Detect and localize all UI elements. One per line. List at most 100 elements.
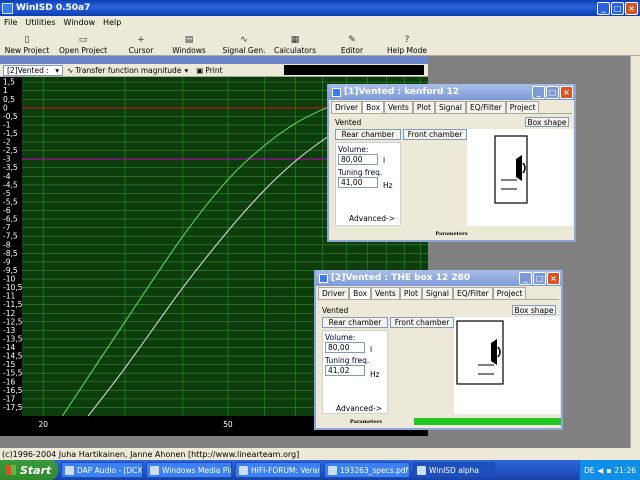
menu-window[interactable]: Window	[60, 18, 100, 27]
window-2-titlebar[interactable]: [2]Vented : THE box 12 280 _ □ ×	[316, 270, 561, 286]
system-tray: DE ◀ ▪ 21:26	[578, 460, 640, 480]
project-window-2: [2]Vented : THE box 12 280 _ □ × Driver Bo…	[314, 270, 563, 430]
box-shape-button[interactable]: Box shape	[512, 305, 556, 315]
menubar: File Utilities Window Help	[0, 16, 640, 29]
window-2-title: [2]Vented : THE box 12 280	[331, 273, 471, 283]
task-winisd[interactable]: WinISD alpha	[413, 462, 495, 478]
taskbar: Start DAP Audio - [DCX1] Windows Media P…	[0, 460, 640, 480]
volume-label: Volume:	[325, 333, 356, 342]
task-media-player[interactable]: Windows Media Player	[146, 462, 232, 478]
tab-eq-filter[interactable]: EQ/Filter	[466, 101, 506, 113]
tab-driver[interactable]: Driver	[318, 287, 350, 299]
tab-plot[interactable]: Plot	[412, 101, 435, 113]
tab-signal[interactable]: Signal	[421, 287, 453, 299]
pdf-icon	[328, 465, 337, 475]
box-type-label: Vented	[322, 306, 349, 315]
tab-box[interactable]: Box	[349, 287, 372, 299]
statusbar: (c)1996-2004 Juha Hartikainen, Janne Aho…	[0, 448, 640, 460]
box-shape-button[interactable]: Box shape	[525, 117, 569, 127]
box-shape-diagram	[494, 135, 528, 204]
window-1-title: [1]Vented : kenford 12	[344, 87, 460, 97]
window-2-tabs: Driver Box Vents Plot Signal EQ/Filter P…	[318, 287, 559, 300]
app-icon	[65, 465, 74, 475]
menu-file[interactable]: File	[0, 18, 21, 27]
maximize-button[interactable]: □	[533, 271, 546, 285]
help-mode-button[interactable]: ? Help Mode	[382, 29, 432, 55]
front-chamber-button[interactable]: Front chamber	[390, 317, 454, 328]
menu-utilities[interactable]: Utilities	[21, 18, 59, 27]
task-hifi-forum[interactable]: HIFI-FORUM: Veran...	[235, 462, 321, 478]
progress-bar	[414, 418, 561, 425]
tuning-label: Tuning freq.	[325, 356, 370, 365]
windows-logo-icon	[6, 465, 16, 475]
volume-unit: l	[383, 156, 386, 165]
calculators-icon: ▦	[290, 35, 300, 45]
minimize-button[interactable]: _	[519, 271, 532, 285]
project-select[interactable]: [2]Vented : ▾	[3, 64, 63, 76]
windows-button[interactable]: ▤ Windows	[164, 29, 214, 55]
box-type-label: Vented	[335, 118, 362, 127]
cursor-readout	[284, 65, 424, 75]
tuning-field[interactable]: 41,02	[325, 365, 365, 376]
language-indicator[interactable]: DE	[584, 466, 595, 475]
volume-field[interactable]: 80,00	[325, 342, 365, 353]
tab-vents[interactable]: Vents	[371, 287, 400, 299]
box-diagram-area	[467, 129, 573, 226]
windows-icon: ▤	[184, 35, 194, 45]
close-button[interactable]: ×	[560, 85, 573, 99]
function-select[interactable]: ∿ Transfer function magnitude ▾	[63, 65, 192, 76]
advanced-link[interactable]: Advanced->	[349, 214, 395, 223]
tab-project[interactable]: Project	[492, 287, 527, 299]
network-icon[interactable]: ▪	[606, 466, 611, 475]
tab-signal[interactable]: Signal	[434, 101, 466, 113]
copyright-text: (c)1996-2004 Juha Hartikainen, Janne Aho…	[2, 449, 300, 459]
menu-help[interactable]: Help	[99, 18, 125, 27]
tuning-label: Tuning freq.	[338, 168, 383, 177]
tab-driver[interactable]: Driver	[331, 101, 363, 113]
minimize-button[interactable]: _	[532, 85, 545, 99]
status-panel: Parameters	[331, 230, 572, 237]
editor-button[interactable]: ✎ Editor	[326, 29, 378, 55]
project-window-1: [1]Vented : kenford 12 _ □ × Driver Box Ve…	[327, 84, 576, 242]
close-button[interactable]: ×	[625, 1, 638, 15]
rear-chamber-button[interactable]: Rear chamber	[322, 317, 388, 328]
close-button[interactable]: ×	[547, 271, 560, 285]
box-diagram-area	[454, 317, 560, 414]
signal-gen-icon: ∿	[240, 35, 248, 45]
new-project-button[interactable]: ▯ New Project	[0, 29, 54, 55]
editor-icon: ✎	[348, 35, 356, 45]
front-chamber-button[interactable]: Front chamber	[403, 129, 467, 140]
tab-box[interactable]: Box	[362, 101, 385, 113]
app-icon	[2, 2, 13, 14]
window-1-tabs: Driver Box Vents Plot Signal EQ/Filter P…	[331, 101, 572, 114]
tab-eq-filter[interactable]: EQ/Filter	[453, 287, 493, 299]
task-dap-audio[interactable]: DAP Audio - [DCX1]	[61, 462, 143, 478]
maximize-button[interactable]: □	[546, 85, 559, 99]
print-button[interactable]: ▣ Print	[192, 65, 226, 76]
printer-icon: ▣	[196, 65, 204, 75]
tuning-unit: Hz	[370, 370, 380, 379]
tab-project[interactable]: Project	[505, 101, 540, 113]
tuning-field[interactable]: 41,00	[338, 177, 378, 188]
signal-gen-button[interactable]: ∿ Signal Gen.	[218, 29, 270, 55]
task-pdf[interactable]: 193263_specs.pdf (...	[324, 462, 410, 478]
tab-plot[interactable]: Plot	[399, 287, 422, 299]
volume-field[interactable]: 80,00	[338, 154, 378, 165]
minimize-button[interactable]: _	[597, 1, 610, 15]
tab-vents[interactable]: Vents	[384, 101, 413, 113]
rear-chamber-button[interactable]: Rear chamber	[335, 129, 401, 140]
vertical-scrollbar[interactable]	[630, 56, 640, 448]
help-mode-icon: ?	[404, 35, 410, 45]
speaker-icon[interactable]: ◀	[598, 466, 604, 475]
start-button[interactable]: Start	[0, 460, 58, 480]
open-project-button[interactable]: ▭ Open Project	[54, 29, 112, 55]
graph-window-titlebar[interactable]	[0, 56, 428, 64]
chevron-down-icon: ▾	[55, 65, 59, 75]
y-tick-label: -17,5	[3, 403, 23, 412]
parameters-label: Parameters	[349, 418, 383, 425]
advanced-link[interactable]: Advanced->	[336, 404, 382, 413]
cursor-button[interactable]: + Cursor	[118, 29, 164, 55]
calculators-button[interactable]: ▦ Calculators	[270, 29, 320, 55]
window-1-titlebar[interactable]: [1]Vented : kenford 12 _ □ ×	[329, 84, 574, 100]
maximize-button[interactable]: □	[611, 1, 624, 15]
